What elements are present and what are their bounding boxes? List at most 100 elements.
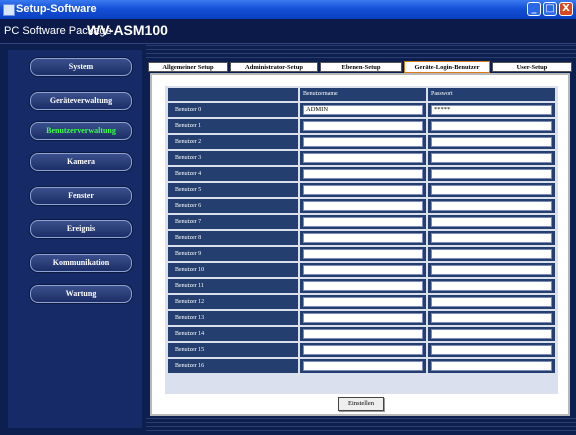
password-field[interactable] — [431, 313, 552, 323]
header-cell-label — [168, 88, 298, 101]
cell-username — [300, 167, 426, 181]
apply-button[interactable]: Einstellen — [338, 397, 384, 411]
password-field[interactable] — [431, 345, 552, 355]
password-field[interactable] — [431, 297, 552, 307]
nav-button-6[interactable]: Ereignis — [30, 220, 132, 238]
cell-password — [428, 359, 555, 373]
username-field[interactable] — [303, 329, 423, 339]
password-field[interactable] — [431, 249, 552, 259]
cell-password — [428, 199, 555, 213]
username-field[interactable]: ADMIN — [303, 105, 423, 115]
cell-username — [300, 231, 426, 245]
username-field[interactable] — [303, 169, 423, 179]
cell-password: ***** — [428, 103, 555, 117]
username-field[interactable] — [303, 297, 423, 307]
column-header-2: Passwort — [428, 88, 555, 101]
user-label: Benutzer 9 — [168, 247, 298, 261]
username-field[interactable] — [303, 185, 423, 195]
table-row: Benutzer 6 — [168, 199, 555, 213]
cell-username — [300, 295, 426, 309]
password-field[interactable] — [431, 137, 552, 147]
decorative-rules-bottom — [146, 418, 576, 435]
table-row: Benutzer 10 — [168, 263, 555, 277]
username-field[interactable] — [303, 313, 423, 323]
nav-button-5[interactable]: Fenster — [30, 187, 132, 205]
nav-button-4[interactable]: Kamera — [30, 153, 132, 171]
tab-5[interactable]: User-Setup — [492, 62, 572, 72]
cell-password — [428, 151, 555, 165]
title-bar[interactable]: Setup-Software _ □ X — [0, 0, 576, 19]
close-button[interactable]: X — [559, 2, 573, 16]
tab-4[interactable]: Geräte-Login-Benutzer — [404, 61, 490, 73]
username-field[interactable] — [303, 281, 423, 291]
user-label: Benutzer 1 — [168, 119, 298, 133]
password-field[interactable] — [431, 153, 552, 163]
username-field[interactable] — [303, 217, 423, 227]
cell-password — [428, 135, 555, 149]
nav-button-8[interactable]: Wartung — [30, 285, 132, 303]
tab-3[interactable]: Ebenen-Setup — [320, 62, 402, 72]
column-header-1: Benutzername — [300, 88, 426, 101]
cell-username — [300, 247, 426, 261]
password-field[interactable]: ***** — [431, 105, 552, 115]
cell-password — [428, 119, 555, 133]
nav-button-3[interactable]: Benutzerverwaltung — [30, 122, 132, 140]
username-field[interactable] — [303, 345, 423, 355]
cell-password — [428, 183, 555, 197]
username-field[interactable] — [303, 361, 423, 371]
decorative-rules-top — [146, 45, 576, 62]
username-field[interactable] — [303, 249, 423, 259]
password-field[interactable] — [431, 185, 552, 195]
username-field[interactable] — [303, 201, 423, 211]
maximize-button[interactable]: □ — [543, 2, 557, 16]
user-label: Benutzer 11 — [168, 279, 298, 293]
user-settings-panel: Benutzername Passwort Benutzer 0 ADMIN *****… — [150, 73, 570, 416]
tab-2[interactable]: Administrator-Setup — [230, 62, 318, 72]
user-table-area: Benutzername Passwort Benutzer 0 ADMIN *****… — [165, 86, 558, 394]
table-row: Benutzer 12 — [168, 295, 555, 309]
table-row: Benutzer 16 — [168, 359, 555, 373]
tab-1[interactable]: Allgemeiner Setup — [148, 62, 228, 72]
sidebar: System Geräteverwaltung Benutzerverwaltung… — [8, 50, 142, 428]
user-label: Benutzer 3 — [168, 151, 298, 165]
package-header: PC Software Package WV-ASM100 — [0, 19, 576, 44]
cell-username — [300, 343, 426, 357]
cell-username — [300, 327, 426, 341]
cell-username — [300, 263, 426, 277]
user-label: Benutzer 8 — [168, 231, 298, 245]
username-field[interactable] — [303, 265, 423, 275]
username-field[interactable] — [303, 137, 423, 147]
model-name: WV-ASM100 — [87, 22, 168, 38]
password-field[interactable] — [431, 281, 552, 291]
table-row: Benutzer 11 — [168, 279, 555, 293]
password-field[interactable] — [431, 201, 552, 211]
table-row: Benutzer 2 — [168, 135, 555, 149]
password-field[interactable] — [431, 233, 552, 243]
username-field[interactable] — [303, 121, 423, 131]
minimize-button[interactable]: _ — [527, 2, 541, 16]
table-row: Benutzer 7 — [168, 215, 555, 229]
user-label: Benutzer 13 — [168, 311, 298, 325]
nav-button-7[interactable]: Kommunikation — [30, 254, 132, 272]
username-field[interactable] — [303, 153, 423, 163]
password-field[interactable] — [431, 217, 552, 227]
app-icon — [3, 4, 15, 16]
username-field[interactable] — [303, 233, 423, 243]
cell-username: ADMIN — [300, 103, 426, 117]
password-field[interactable] — [431, 121, 552, 131]
table-row: Benutzer 4 — [168, 167, 555, 181]
cell-username — [300, 359, 426, 373]
password-field[interactable] — [431, 265, 552, 275]
cell-username — [300, 311, 426, 325]
cell-username — [300, 215, 426, 229]
table-row: Benutzer 5 — [168, 183, 555, 197]
user-label: Benutzer 6 — [168, 199, 298, 213]
password-field[interactable] — [431, 329, 552, 339]
cell-password — [428, 247, 555, 261]
nav-button-2[interactable]: Geräteverwaltung — [30, 92, 132, 110]
nav-button-1[interactable]: System — [30, 58, 132, 76]
user-label: Benutzer 14 — [168, 327, 298, 341]
password-field[interactable] — [431, 169, 552, 179]
user-label: Benutzer 10 — [168, 263, 298, 277]
password-field[interactable] — [431, 361, 552, 371]
